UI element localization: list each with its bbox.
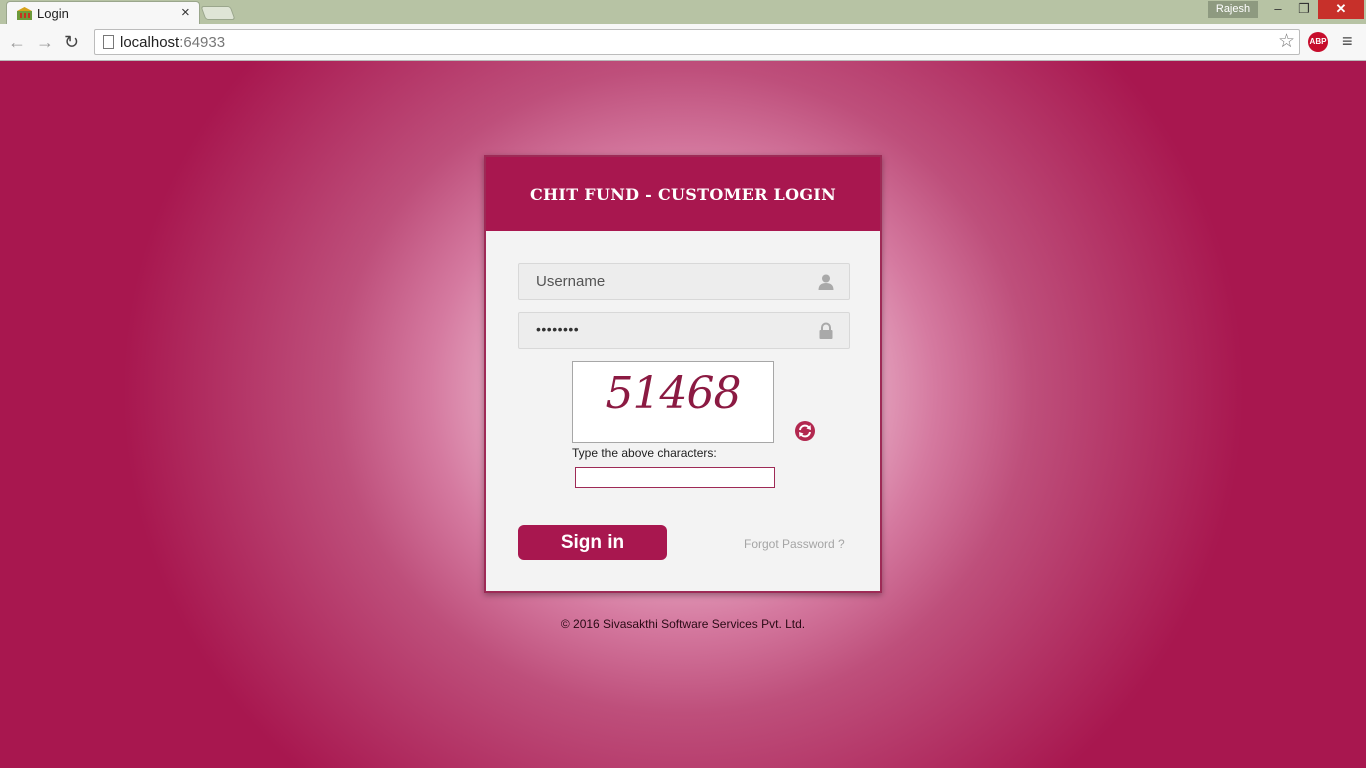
window-close-icon[interactable]: ✕ bbox=[1318, 0, 1364, 19]
tab-close-icon[interactable]: × bbox=[181, 4, 190, 22]
username-field[interactable] bbox=[518, 263, 850, 300]
url-port: :64933 bbox=[179, 34, 226, 51]
site-favicon-icon bbox=[17, 7, 32, 20]
profile-badge[interactable]: Rajesh bbox=[1208, 1, 1258, 18]
reload-icon[interactable]: ↻ bbox=[64, 32, 79, 52]
login-title: CHIT FUND - CUSTOMER LOGIN bbox=[529, 185, 837, 204]
user-icon bbox=[818, 274, 834, 290]
password-field[interactable]: •••••••• bbox=[518, 312, 850, 349]
url-host: localhost bbox=[120, 34, 180, 51]
adblock-icon[interactable]: ABP bbox=[1308, 32, 1328, 52]
back-arrow-icon[interactable]: ← bbox=[8, 32, 26, 52]
captcha-label: Type the above characters: bbox=[572, 446, 717, 460]
new-tab-button[interactable] bbox=[200, 6, 236, 20]
copyright-footer: © 2016 Sivasakthi Software Services Pvt.… bbox=[560, 617, 806, 631]
captcha-input[interactable] bbox=[575, 467, 775, 488]
bookmark-star-icon[interactable]: ☆ bbox=[1278, 31, 1295, 53]
page-background: CHIT FUND - CUSTOMER LOGIN •••••••• 5146… bbox=[0, 61, 1366, 768]
password-input[interactable]: •••••••• bbox=[536, 321, 579, 337]
browser-tab-strip: Login × Rajesh – ❐ ✕ bbox=[0, 0, 1366, 25]
browser-toolbar: ← → ↻ localhost:64933 ☆ ABP ≡ bbox=[0, 24, 1366, 61]
captcha-text: 51468 bbox=[605, 368, 742, 419]
minimize-icon[interactable]: – bbox=[1266, 0, 1290, 19]
browser-menu-icon[interactable]: ≡ bbox=[1342, 31, 1353, 51]
address-bar[interactable]: localhost:64933 ☆ bbox=[94, 29, 1300, 55]
captcha-image: 51468 bbox=[572, 361, 774, 443]
forward-arrow-icon[interactable]: → bbox=[36, 32, 54, 52]
refresh-captcha-icon[interactable] bbox=[794, 420, 816, 442]
sign-in-button[interactable]: Sign in bbox=[518, 525, 667, 560]
forgot-password-link[interactable]: Forgot Password ? bbox=[744, 537, 845, 551]
restore-icon[interactable]: ❐ bbox=[1292, 0, 1316, 19]
page-icon bbox=[103, 35, 114, 49]
login-card: CHIT FUND - CUSTOMER LOGIN •••••••• 5146… bbox=[484, 155, 882, 593]
url-text: localhost:64933 bbox=[120, 34, 225, 51]
login-card-header: CHIT FUND - CUSTOMER LOGIN bbox=[486, 157, 880, 231]
browser-tab-login[interactable]: Login × bbox=[6, 1, 200, 25]
username-input[interactable] bbox=[519, 264, 809, 299]
lock-icon bbox=[819, 322, 833, 339]
tab-title: Login bbox=[37, 6, 69, 21]
